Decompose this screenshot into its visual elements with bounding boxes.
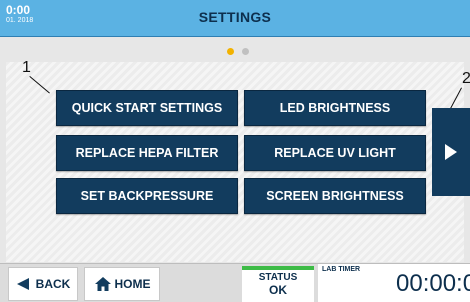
callout-1: 1 xyxy=(22,59,31,76)
page-dot-2[interactable] xyxy=(242,48,249,55)
arrow-right-icon xyxy=(445,144,457,160)
header-bar: 0:00 01. 2018 SETTINGS xyxy=(0,0,470,37)
lab-timer-label: LAB TIMER xyxy=(322,266,361,273)
lab-timer[interactable]: LAB TIMER 00:00:00 xyxy=(318,264,470,302)
home-label: HOME xyxy=(114,277,151,291)
back-arrow-icon xyxy=(16,278,29,290)
home-icon xyxy=(94,277,111,291)
screen-brightness-button[interactable]: SCREEN BRIGHTNESS xyxy=(244,178,426,214)
quick-start-settings-button[interactable]: QUICK START SETTINGS xyxy=(56,90,238,126)
page-title: SETTINGS xyxy=(198,9,272,25)
screen-frame: 0:00 01. 2018 SETTINGS 1 2 QUICK START S… xyxy=(0,0,470,302)
status-value: OK xyxy=(269,283,287,297)
page-dot-1[interactable] xyxy=(227,48,234,55)
status-indicator[interactable]: STATUS OK xyxy=(242,266,314,302)
set-backpressure-button[interactable]: SET BACKPRESSURE xyxy=(56,178,238,214)
replace-uv-light-button[interactable]: REPLACE UV LIGHT xyxy=(244,135,426,171)
callout-2: 2 xyxy=(462,70,470,87)
back-button[interactable]: BACK xyxy=(8,267,78,301)
next-page-button[interactable] xyxy=(432,108,470,196)
led-brightness-button[interactable]: LED BRIGHTNESS xyxy=(244,90,426,126)
back-label: BACK xyxy=(35,277,71,291)
lab-timer-value: 00:00:00 xyxy=(396,270,470,297)
replace-hepa-filter-button[interactable]: REPLACE HEPA FILTER xyxy=(56,135,238,171)
page-indicator xyxy=(227,48,249,55)
status-label: STATUS xyxy=(258,272,298,283)
home-button[interactable]: HOME xyxy=(84,267,160,301)
